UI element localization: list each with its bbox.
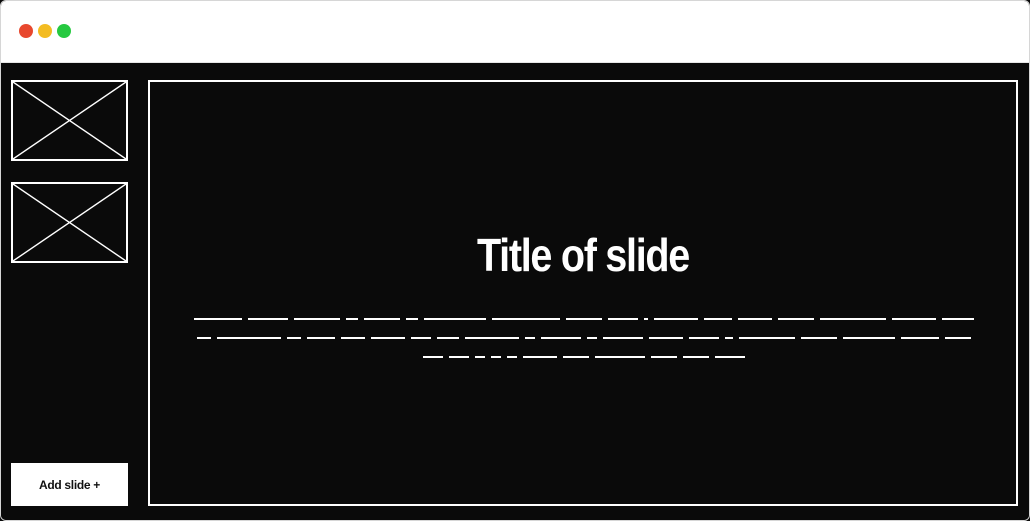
- placeholder-dash: [491, 356, 501, 358]
- placeholder-dash: [603, 337, 643, 339]
- placeholder-dash: [942, 318, 974, 320]
- placeholder-dash: [424, 318, 486, 320]
- placeholder-dash: [715, 356, 745, 358]
- placeholder-dash: [563, 356, 589, 358]
- placeholder-dash: [492, 318, 560, 320]
- placeholder-line: [190, 307, 978, 326]
- placeholder-dash: [566, 318, 602, 320]
- placeholder-dash: [341, 337, 365, 339]
- placeholder-dash: [364, 318, 400, 320]
- placeholder-dash: [644, 318, 648, 320]
- placeholder-dash: [525, 337, 535, 339]
- placeholder-dash: [892, 318, 936, 320]
- placeholder-dash: [945, 337, 971, 339]
- add-slide-button[interactable]: Add slide +: [11, 463, 128, 506]
- placeholder-dash: [689, 337, 719, 339]
- placeholder-line: [190, 345, 978, 364]
- placeholder-dash: [523, 356, 557, 358]
- close-window-button[interactable]: [19, 24, 33, 38]
- placeholder-dash: [901, 337, 939, 339]
- placeholder-dash: [307, 337, 335, 339]
- slide-body-placeholder[interactable]: [190, 307, 978, 364]
- placeholder-dash: [739, 337, 795, 339]
- image-placeholder-icon: [13, 184, 126, 261]
- title-bar: [1, 1, 1029, 63]
- image-placeholder-icon: [13, 82, 126, 159]
- placeholder-dash: [843, 337, 895, 339]
- placeholder-line: [190, 326, 978, 345]
- placeholder-dash: [465, 337, 519, 339]
- minimize-window-button[interactable]: [38, 24, 52, 38]
- placeholder-dash: [704, 318, 732, 320]
- placeholder-dash: [683, 356, 709, 358]
- slide-canvas[interactable]: Title of slide: [148, 80, 1018, 506]
- placeholder-dash: [197, 337, 211, 339]
- placeholder-dash: [371, 337, 405, 339]
- placeholder-dash: [801, 337, 837, 339]
- placeholder-dash: [194, 318, 242, 320]
- placeholder-dash: [437, 337, 459, 339]
- placeholder-dash: [411, 337, 431, 339]
- placeholder-dash: [587, 337, 597, 339]
- placeholder-dash: [507, 356, 517, 358]
- slide-editor: Add slide + Title of slide: [1, 63, 1029, 520]
- placeholder-dash: [294, 318, 340, 320]
- placeholder-dash: [608, 318, 638, 320]
- placeholder-dash: [738, 318, 772, 320]
- app-window: Add slide + Title of slide: [0, 0, 1030, 521]
- placeholder-dash: [406, 318, 418, 320]
- placeholder-dash: [651, 356, 677, 358]
- maximize-window-button[interactable]: [57, 24, 71, 38]
- placeholder-dash: [725, 337, 733, 339]
- placeholder-dash: [778, 318, 814, 320]
- placeholder-dash: [654, 318, 698, 320]
- slide-thumbnail-2[interactable]: [11, 182, 128, 263]
- placeholder-dash: [475, 356, 485, 358]
- placeholder-dash: [217, 337, 281, 339]
- placeholder-dash: [541, 337, 581, 339]
- placeholder-dash: [649, 337, 683, 339]
- placeholder-dash: [346, 318, 358, 320]
- slide-thumbnail-1[interactable]: [11, 80, 128, 161]
- placeholder-dash: [248, 318, 288, 320]
- slide-title[interactable]: Title of slide: [211, 227, 956, 283]
- placeholder-dash: [423, 356, 443, 358]
- placeholder-dash: [449, 356, 469, 358]
- placeholder-dash: [595, 356, 645, 358]
- placeholder-dash: [287, 337, 301, 339]
- placeholder-dash: [820, 318, 886, 320]
